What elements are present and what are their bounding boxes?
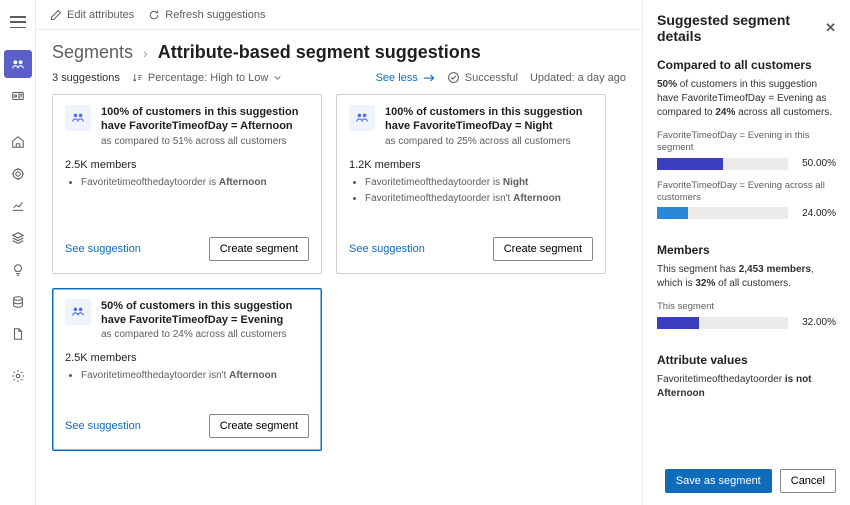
attribute-list: Favoritetimeofthedaytoorder is Night Fav… bbox=[349, 175, 593, 207]
segment-icon bbox=[349, 105, 375, 131]
top-toolbar: Edit attributes Refresh suggestions bbox=[36, 0, 642, 30]
segment-icon bbox=[65, 299, 91, 325]
edit-attributes-label: Edit attributes bbox=[67, 9, 134, 21]
members-count: 2.5K members bbox=[65, 159, 309, 171]
members-paragraph: This segment has 2,453 members, which is… bbox=[657, 263, 836, 291]
pencil-icon bbox=[50, 9, 62, 21]
card-subtitle: as compared to 51% across all customers bbox=[101, 136, 309, 147]
nav-idea-icon[interactable] bbox=[4, 256, 32, 284]
breadcrumb-parent[interactable]: Segments bbox=[52, 42, 133, 63]
compared-heading: Compared to all customers bbox=[657, 58, 836, 72]
close-icon[interactable]: ✕ bbox=[825, 20, 836, 36]
updated-text: Updated: a day ago bbox=[530, 72, 626, 84]
members-count: 2.5K members bbox=[65, 352, 309, 364]
meta-row: 3 suggestions Percentage: High to Low Se… bbox=[52, 71, 626, 84]
nav-doc-icon[interactable] bbox=[4, 320, 32, 348]
attribute-list: Favoritetimeofthedaytoorder is Afternoon bbox=[65, 175, 309, 191]
bar-value: 50.00% bbox=[796, 158, 836, 169]
attribute-values-heading: Attribute values bbox=[657, 353, 836, 367]
see-suggestion-link[interactable]: See suggestion bbox=[349, 243, 425, 255]
bar-label: FavoriteTimeofDay = Evening in this segm… bbox=[657, 130, 836, 155]
card-subtitle: as compared to 24% across all customers bbox=[101, 329, 309, 340]
refresh-action[interactable]: Refresh suggestions bbox=[148, 9, 265, 21]
edit-attributes-action[interactable]: Edit attributes bbox=[50, 9, 134, 21]
members-heading: Members bbox=[657, 243, 836, 257]
members-count: 1.2K members bbox=[349, 159, 593, 171]
status-badge: Successful bbox=[447, 71, 518, 84]
see-less-link[interactable]: See less bbox=[376, 72, 435, 84]
bar-label: FavoriteTimeofDay = Evening across all c… bbox=[657, 180, 836, 205]
create-segment-button[interactable]: Create segment bbox=[493, 237, 593, 261]
bar-value: 32.00% bbox=[796, 317, 836, 328]
arrow-right-icon bbox=[423, 73, 435, 83]
left-nav bbox=[0, 0, 36, 505]
cancel-button[interactable]: Cancel bbox=[780, 469, 836, 493]
chevron-down-icon bbox=[273, 73, 282, 82]
breadcrumb: Segments › Attribute-based segment sugge… bbox=[52, 42, 626, 63]
list-item: Favoritetimeofthedaytoorder is Afternoon bbox=[81, 175, 309, 191]
hamburger-icon[interactable] bbox=[4, 8, 32, 36]
save-as-segment-button[interactable]: Save as segment bbox=[665, 469, 772, 493]
refresh-label: Refresh suggestions bbox=[165, 9, 265, 21]
nav-db-icon[interactable] bbox=[4, 288, 32, 316]
bar-value: 24.00% bbox=[796, 208, 836, 219]
status-text: Successful bbox=[465, 72, 518, 84]
main-area: Edit attributes Refresh suggestions Segm… bbox=[36, 0, 642, 505]
suggestion-card[interactable]: 100% of customers in this suggestion hav… bbox=[52, 94, 322, 274]
sort-icon bbox=[132, 72, 143, 83]
attribute-value-text: Favoritetimeofthedaytoorder is not After… bbox=[657, 373, 836, 401]
bar-label: This segment bbox=[657, 301, 836, 313]
create-segment-button[interactable]: Create segment bbox=[209, 414, 309, 438]
progress-bar bbox=[657, 317, 788, 329]
sort-label: Percentage: High to Low bbox=[148, 72, 268, 84]
suggestion-count: 3 suggestions bbox=[52, 72, 120, 84]
segment-icon bbox=[65, 105, 91, 131]
see-less-label: See less bbox=[376, 72, 418, 84]
card-title: 50% of customers in this suggestion have… bbox=[101, 299, 309, 328]
nav-card-icon[interactable] bbox=[4, 82, 32, 110]
card-title: 100% of customers in this suggestion hav… bbox=[385, 105, 593, 134]
progress-bar bbox=[657, 158, 788, 170]
see-suggestion-link[interactable]: See suggestion bbox=[65, 420, 141, 432]
suggestion-card[interactable]: 50% of customers in this suggestion have… bbox=[52, 288, 322, 452]
see-suggestion-link[interactable]: See suggestion bbox=[65, 243, 141, 255]
nav-chart-icon[interactable] bbox=[4, 192, 32, 220]
refresh-icon bbox=[148, 9, 160, 21]
suggestion-card[interactable]: 100% of customers in this suggestion hav… bbox=[336, 94, 606, 274]
attribute-list: Favoritetimeofthedaytoorder isn't Aftern… bbox=[65, 368, 309, 384]
list-item: Favoritetimeofthedaytoorder isn't Aftern… bbox=[365, 191, 593, 207]
card-title: 100% of customers in this suggestion hav… bbox=[101, 105, 309, 134]
sort-dropdown[interactable]: Percentage: High to Low bbox=[132, 72, 282, 84]
nav-settings-icon[interactable] bbox=[4, 362, 32, 390]
card-subtitle: as compared to 25% across all customers bbox=[385, 136, 593, 147]
list-item: Favoritetimeofthedaytoorder is Night bbox=[365, 175, 593, 191]
nav-layers-icon[interactable] bbox=[4, 224, 32, 252]
details-panel: Suggested segment details ✕ Compared to … bbox=[642, 0, 850, 505]
progress-bar bbox=[657, 207, 788, 219]
page-title: Attribute-based segment suggestions bbox=[158, 42, 481, 63]
nav-segments-icon[interactable] bbox=[4, 50, 32, 78]
chevron-right-icon: › bbox=[143, 45, 148, 61]
check-circle-icon bbox=[447, 71, 460, 84]
compared-paragraph: 50% of customers in this suggestion have… bbox=[657, 78, 836, 120]
panel-title: Suggested segment details ✕ bbox=[657, 12, 836, 44]
create-segment-button[interactable]: Create segment bbox=[209, 237, 309, 261]
nav-target-icon[interactable] bbox=[4, 160, 32, 188]
nav-home-icon[interactable] bbox=[4, 128, 32, 156]
list-item: Favoritetimeofthedaytoorder isn't Aftern… bbox=[81, 368, 309, 384]
